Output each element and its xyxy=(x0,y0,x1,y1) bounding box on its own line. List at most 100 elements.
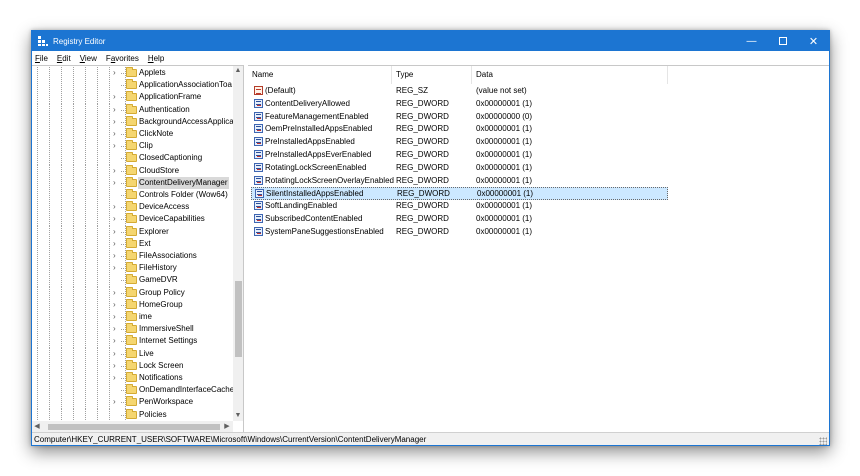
value-row[interactable]: PreInstalledAppsEverEnabled REG_DWORD 0x00… xyxy=(251,149,668,162)
tree-horizontal-scrollbar[interactable]: ◀ ▶ xyxy=(32,421,233,432)
expand-chevron-icon[interactable]: › xyxy=(113,68,116,78)
tree-horizontal-scroll-thumb[interactable] xyxy=(48,424,220,430)
tree-key[interactable]: › Clip xyxy=(32,140,233,154)
tree-vertical-scroll-thumb[interactable] xyxy=(235,281,242,357)
registry-editor-window: Registry Editor — ✕ File Edit View Favor… xyxy=(31,30,830,446)
menu-file[interactable]: File xyxy=(35,54,48,63)
tree-key[interactable]: ClosedCaptioning xyxy=(32,152,233,166)
expand-chevron-icon[interactable]: › xyxy=(113,312,116,322)
tree-key[interactable]: › ContentDeliveryManager xyxy=(32,176,233,190)
tree-key[interactable]: › ImmersiveShell xyxy=(32,323,233,337)
expand-chevron-icon[interactable]: › xyxy=(113,239,116,249)
menu-view[interactable]: View xyxy=(80,54,97,63)
expand-chevron-icon[interactable]: › xyxy=(113,214,116,224)
column-header-data[interactable]: Data xyxy=(472,66,668,84)
tree-key[interactable]: GameDVR xyxy=(32,274,233,288)
value-row[interactable]: RotatingLockScreenEnabled REG_DWORD 0x0000… xyxy=(251,162,668,175)
expand-chevron-icon[interactable]: › xyxy=(113,92,116,102)
tree-key[interactable]: › Explorer xyxy=(32,225,233,239)
tree-guide-line xyxy=(37,323,38,337)
tree-key[interactable]: › Internet Settings xyxy=(32,335,233,349)
values-list-pane[interactable]: Name Type Data (Default) REG_SZ (value not… xyxy=(248,65,829,432)
tree-key[interactable]: › FileAssociations xyxy=(32,250,233,263)
tree-key[interactable]: › HomeGroup xyxy=(32,298,233,312)
title-bar[interactable]: Registry Editor — ✕ xyxy=(32,31,829,51)
expand-chevron-icon[interactable]: › xyxy=(113,263,116,273)
tree-key[interactable]: › DeviceAccess xyxy=(32,201,233,215)
value-row[interactable]: (Default) REG_SZ (value not set) xyxy=(251,85,668,98)
value-row[interactable]: OemPreInstalledAppsEnabled REG_DWORD 0x000… xyxy=(251,123,668,136)
expand-chevron-icon[interactable]: › xyxy=(113,141,116,151)
expand-chevron-icon[interactable]: › xyxy=(113,251,116,261)
tree-key[interactable]: › FileHistory xyxy=(32,262,233,276)
tree-key[interactable]: › PenWorkspace xyxy=(32,396,233,410)
expand-chevron-icon[interactable]: › xyxy=(113,336,116,346)
tree-key[interactable]: › Live xyxy=(32,347,233,361)
tree-key[interactable]: › Group Policy xyxy=(32,286,233,300)
expand-chevron-icon[interactable]: › xyxy=(113,105,116,115)
value-row[interactable]: FeatureManagementEnabled REG_DWORD 0x00000… xyxy=(251,111,668,124)
maximize-button[interactable] xyxy=(767,31,798,51)
menu-favorites[interactable]: Favorites xyxy=(106,54,139,63)
menu-help[interactable]: Help xyxy=(148,54,164,63)
expand-chevron-icon[interactable]: › xyxy=(113,129,116,139)
scroll-down-icon[interactable]: ▼ xyxy=(233,411,243,421)
tree-key[interactable]: › Notifications xyxy=(32,372,233,385)
tree-guide-line xyxy=(61,311,62,324)
tree-key[interactable]: › BackgroundAccessApplica xyxy=(32,115,233,129)
tree-guide-line xyxy=(85,298,86,312)
tree-guide-line xyxy=(37,225,38,239)
tree-key[interactable]: › Authentication xyxy=(32,103,233,117)
tree-key[interactable]: ApplicationAssociationToa xyxy=(32,79,233,93)
column-header-name[interactable]: Name xyxy=(248,66,392,84)
tree-key[interactable]: Policies xyxy=(32,408,233,421)
key-tree-pane[interactable]: › Applets ApplicationAssociationToa › Applic… xyxy=(32,65,244,432)
expand-chevron-icon[interactable]: › xyxy=(113,202,116,212)
value-row[interactable]: SoftLandingEnabled REG_DWORD 0x00000001 (1… xyxy=(251,200,668,213)
tree-key[interactable]: › ClickNote xyxy=(32,128,233,141)
expand-chevron-icon[interactable]: › xyxy=(113,397,116,407)
expand-chevron-icon[interactable]: › xyxy=(113,227,116,237)
minimize-button[interactable]: — xyxy=(736,31,767,51)
tree-guide-line xyxy=(97,128,98,141)
tree-key[interactable]: Controls Folder (Wow64) xyxy=(32,189,233,202)
tree-vertical-scrollbar[interactable]: ▲ ▼ xyxy=(233,66,243,421)
value-row[interactable]: ContentDeliveryAllowed REG_DWORD 0x0000000… xyxy=(251,98,668,111)
tree-key[interactable]: › Ext xyxy=(32,237,233,251)
expand-chevron-icon[interactable]: › xyxy=(113,166,116,176)
tree-key[interactable]: › ime xyxy=(32,311,233,324)
value-name: ContentDeliveryAllowed xyxy=(265,98,350,108)
expand-chevron-icon[interactable]: › xyxy=(113,178,116,188)
tree-guide-line xyxy=(61,213,62,227)
tree-guide-line xyxy=(61,103,62,117)
column-header-type[interactable]: Type xyxy=(392,66,472,84)
expand-chevron-icon[interactable]: › xyxy=(113,324,116,334)
tree-key[interactable]: › ApplicationFrame xyxy=(32,91,233,105)
expand-chevron-icon[interactable]: › xyxy=(113,300,116,310)
value-data: 0x00000001 (1) xyxy=(476,201,533,211)
tree-key[interactable]: OnDemandInterfaceCache xyxy=(32,384,233,398)
expand-chevron-icon[interactable]: › xyxy=(113,349,116,359)
resize-grip-icon[interactable] xyxy=(819,437,827,445)
tree-guide-line xyxy=(85,274,86,288)
value-row[interactable]: SystemPaneSuggestionsEnabled REG_DWORD 0x0… xyxy=(251,226,668,239)
close-button[interactable]: ✕ xyxy=(798,31,829,51)
value-row[interactable]: SubscribedContentEnabled REG_DWORD 0x00000… xyxy=(251,213,668,226)
value-row[interactable]: RotatingLockScreenOverlayEnabled REG_DWOR… xyxy=(251,175,668,188)
scroll-up-icon[interactable]: ▲ xyxy=(233,66,243,76)
menu-edit[interactable]: Edit xyxy=(57,54,71,63)
expand-chevron-icon[interactable]: › xyxy=(113,361,116,371)
scroll-right-icon[interactable]: ▶ xyxy=(222,421,232,432)
tree-key[interactable]: › CloudStore xyxy=(32,164,233,178)
expand-chevron-icon[interactable]: › xyxy=(113,288,116,298)
tree-key[interactable]: › DeviceCapabilities xyxy=(32,213,233,227)
tree-key-label: ImmersiveShell xyxy=(139,324,194,334)
tree-guide-line xyxy=(61,384,62,398)
expand-chevron-icon[interactable]: › xyxy=(113,373,116,383)
value-row[interactable]: PreInstalledAppsEnabled REG_DWORD 0x000000… xyxy=(251,136,668,149)
expand-chevron-icon[interactable]: › xyxy=(113,117,116,127)
value-row[interactable]: SilentInstalledAppsEnabled REG_DWORD 0x000… xyxy=(251,187,668,201)
tree-key[interactable]: › Lock Screen xyxy=(32,359,233,373)
scroll-left-icon[interactable]: ◀ xyxy=(32,421,42,432)
tree-key[interactable]: › Applets xyxy=(32,67,233,80)
